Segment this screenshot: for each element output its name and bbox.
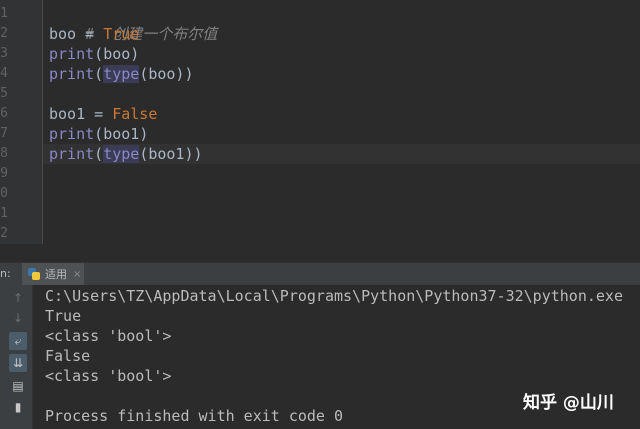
run-label: n: bbox=[0, 267, 11, 280]
type-builtin: type bbox=[103, 65, 140, 83]
paren-close: ) bbox=[139, 125, 149, 143]
paren-open: ( bbox=[94, 45, 104, 63]
console-line: True bbox=[45, 307, 82, 325]
keyword-value: True bbox=[103, 25, 140, 43]
run-tab-title: 适用 bbox=[45, 268, 67, 281]
line-number-gutter: 1 2 3 4 5 6 7 8 9 0 1 2 bbox=[0, 0, 43, 244]
code-line-print-boo1[interactable]: print(boo1) bbox=[43, 124, 640, 144]
console-line: C:\Users\TZ\AppData\Local\Programs\Pytho… bbox=[45, 287, 623, 305]
argument: (boo) bbox=[139, 65, 185, 83]
keyword-value: False bbox=[112, 105, 158, 123]
line-number: 2 bbox=[0, 226, 8, 241]
console-line: Process finished with exit code 0 bbox=[45, 407, 344, 425]
run-tool-window-header: n: 适用 × bbox=[0, 262, 640, 286]
function-name: print bbox=[49, 145, 95, 163]
line-number: 1 bbox=[0, 6, 8, 21]
run-toolbar: ↑ ↓ ⤶ ⇊ ▤ ▮ bbox=[0, 285, 33, 429]
function-name: print bbox=[49, 125, 95, 143]
watermark: 知乎 @山川 bbox=[523, 393, 614, 413]
console-line: <class 'bool'> bbox=[45, 367, 172, 385]
paren-close: ) bbox=[130, 45, 140, 63]
trash-icon[interactable]: ▮ bbox=[9, 398, 27, 416]
code-line-empty[interactable] bbox=[43, 84, 640, 104]
code-line-print-type-boo[interactable]: print(type(boo)) bbox=[43, 64, 640, 84]
line-number: 9 bbox=[0, 166, 8, 181]
print-icon[interactable]: ▤ bbox=[9, 377, 27, 395]
variable-name: boo bbox=[49, 25, 77, 43]
paren-open: ( bbox=[94, 145, 104, 163]
down-arrow-icon[interactable]: ↓ bbox=[9, 309, 27, 327]
argument: boo1 bbox=[103, 125, 140, 143]
line-number: 6 bbox=[0, 106, 8, 121]
operator: = bbox=[85, 105, 113, 123]
type-builtin: type bbox=[103, 145, 140, 163]
line-number: 4 bbox=[0, 66, 8, 81]
close-icon[interactable]: × bbox=[73, 269, 81, 280]
run-config-tab[interactable]: 适用 × bbox=[22, 263, 84, 285]
line-number: 7 bbox=[0, 126, 8, 141]
code-line-assign-boo[interactable]: boo = True bbox=[43, 24, 640, 44]
operator: = bbox=[76, 25, 104, 43]
line-number: 5 bbox=[0, 86, 8, 101]
function-name: print bbox=[49, 45, 95, 63]
code-line-print-type-boo1[interactable]: print(type(boo1)) bbox=[43, 144, 640, 164]
console-line: False bbox=[45, 347, 91, 365]
line-number: 8 bbox=[0, 146, 8, 161]
line-number: 1 bbox=[0, 206, 8, 221]
up-arrow-icon[interactable]: ↑ bbox=[9, 289, 27, 307]
paren-close: ) bbox=[193, 145, 203, 163]
scroll-to-end-icon[interactable]: ⇊ bbox=[9, 354, 27, 372]
soft-wrap-icon[interactable]: ⤶ bbox=[9, 332, 27, 350]
paren-close: ) bbox=[184, 65, 194, 83]
code-line-comment[interactable]: # 创建一个布尔值 bbox=[43, 4, 640, 43]
line-number: 3 bbox=[0, 46, 8, 61]
argument: (boo1) bbox=[139, 145, 194, 163]
python-file-icon bbox=[28, 268, 40, 280]
code-editor[interactable]: 1 2 3 4 5 6 7 8 9 0 1 2 # 创建一个布尔值 boo = … bbox=[0, 0, 640, 244]
argument: boo bbox=[103, 45, 131, 63]
paren-open: ( bbox=[94, 125, 104, 143]
code-line-assign-boo1[interactable]: boo1 = False bbox=[43, 104, 640, 124]
console-line: <class 'bool'> bbox=[45, 327, 172, 345]
variable-name: boo1 bbox=[49, 105, 86, 123]
line-number: 2 bbox=[0, 26, 8, 41]
function-name: print bbox=[49, 65, 95, 83]
code-line-print-boo[interactable]: print(boo) bbox=[43, 44, 640, 64]
paren-open: ( bbox=[94, 65, 104, 83]
line-number: 0 bbox=[0, 186, 8, 201]
